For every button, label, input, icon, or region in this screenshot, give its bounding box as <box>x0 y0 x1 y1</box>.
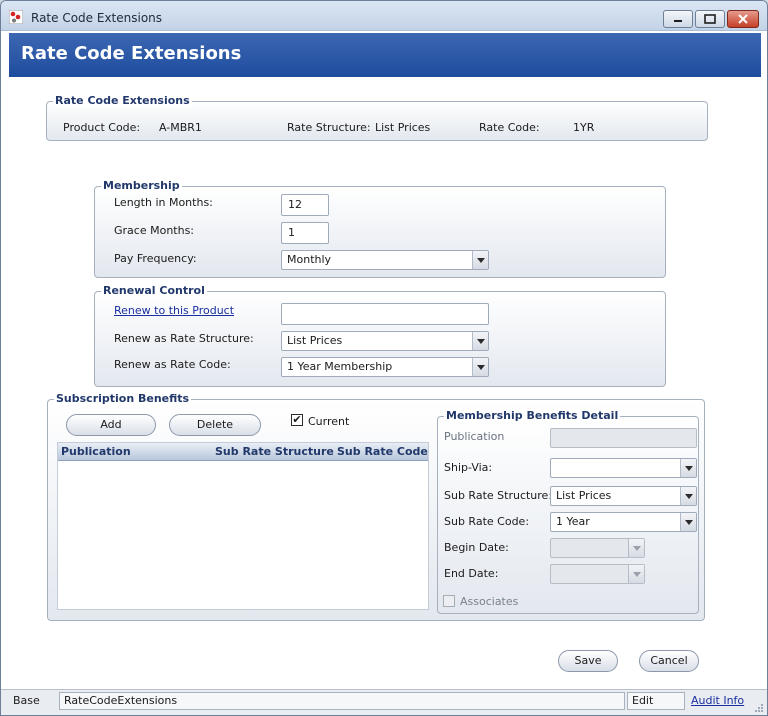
begin-date-label: Begin Date: <box>444 541 509 554</box>
page-title: Rate Code Extensions <box>21 43 242 64</box>
pay-frequency-value: Monthly <box>287 253 332 266</box>
end-date-picker[interactable] <box>550 564 645 584</box>
maximize-icon <box>704 14 716 24</box>
renew-rate-code-label: Renew as Rate Code: <box>114 358 231 371</box>
renewal-control-group-title: Renewal Control <box>101 284 207 297</box>
subscription-benefits-grid[interactable]: Publication Sub Rate Structure Sub Rate … <box>57 442 429 610</box>
publication-input[interactable] <box>550 428 697 448</box>
subscription-benefits-group-title: Subscription Benefits <box>54 392 192 405</box>
cancel-button[interactable]: Cancel <box>639 650 699 672</box>
close-button[interactable] <box>727 10 759 28</box>
header-band: Rate Code Extensions <box>9 33 761 77</box>
column-publication[interactable]: Publication <box>61 445 131 458</box>
grace-months-input[interactable]: 1 <box>281 222 329 244</box>
renew-rate-code-select[interactable]: 1 Year Membership <box>281 357 489 377</box>
chevron-down-icon[interactable] <box>628 565 644 583</box>
product-code-label: Product Code: <box>63 121 141 134</box>
membership-group: Membership Length in Months: 12 Grace Mo… <box>94 179 666 278</box>
minimize-button[interactable] <box>663 10 693 28</box>
rate-code-extensions-group: Rate Code Extensions Product Code: A-MBR… <box>46 94 708 141</box>
renew-rate-code-value: 1 Year Membership <box>287 360 393 373</box>
length-in-months-input[interactable]: 12 <box>281 194 329 216</box>
sub-rate-structure-label: Sub Rate Structure: <box>444 489 553 502</box>
window-title: Rate Code Extensions <box>31 11 163 25</box>
sub-rate-code-label: Sub Rate Code: <box>444 515 530 528</box>
column-sub-rate-structure[interactable]: Sub Rate Structure <box>215 445 334 458</box>
sub-rate-structure-select[interactable]: List Prices <box>550 486 697 506</box>
membership-group-title: Membership <box>101 179 182 192</box>
sub-rate-structure-value: List Prices <box>556 489 612 502</box>
pay-frequency-select[interactable]: Monthly <box>281 250 489 270</box>
renewal-control-group: Renewal Control Renew to this Product Re… <box>94 284 666 387</box>
chevron-down-icon[interactable] <box>628 539 644 557</box>
grid-header: Publication Sub Rate Structure Sub Rate … <box>58 443 428 461</box>
status-bar: Base RateCodeExtensions Edit Audit Info <box>1 689 767 715</box>
close-icon <box>738 14 748 24</box>
status-form-name: RateCodeExtensions <box>59 692 625 710</box>
rate-structure-label: Rate Structure: <box>287 121 371 134</box>
associates-checkbox[interactable] <box>443 595 455 607</box>
add-button[interactable]: Add <box>66 414 156 436</box>
publication-label: Publication <box>444 430 505 443</box>
delete-button[interactable]: Delete <box>169 414 261 436</box>
status-mode: Edit <box>627 692 685 710</box>
membership-benefits-detail-group: Membership Benefits Detail Publication S… <box>437 409 699 614</box>
renew-to-product-input[interactable] <box>281 303 489 325</box>
status-base-label: Base <box>13 694 40 707</box>
chevron-down-icon[interactable] <box>472 251 488 269</box>
pay-frequency-label: Pay Frequency: <box>114 252 197 265</box>
benefits-detail-group-title: Membership Benefits Detail <box>444 409 621 422</box>
chevron-down-icon[interactable] <box>680 487 696 505</box>
title-bar: Rate Code Extensions <box>1 1 767 31</box>
rate-code-value: 1YR <box>573 121 595 134</box>
rate-code-group-title: Rate Code Extensions <box>53 94 192 107</box>
chevron-down-icon[interactable] <box>472 332 488 350</box>
renew-rate-structure-value: List Prices <box>287 334 343 347</box>
ship-via-label: Ship-Via: <box>444 461 493 474</box>
sub-rate-code-select[interactable]: 1 Year <box>550 512 697 532</box>
chevron-down-icon[interactable] <box>680 513 696 531</box>
save-button[interactable]: Save <box>558 650 618 672</box>
column-sub-rate-code[interactable]: Sub Rate Code <box>337 445 428 458</box>
minimize-icon <box>674 20 682 22</box>
begin-date-picker[interactable] <box>550 538 645 558</box>
resize-grip-icon[interactable] <box>753 702 765 714</box>
chevron-down-icon[interactable] <box>680 459 696 477</box>
maximize-button[interactable] <box>695 10 725 28</box>
sub-rate-code-value: 1 Year <box>556 515 590 528</box>
ship-via-select[interactable] <box>550 458 697 478</box>
renew-to-product-link[interactable]: Renew to this Product <box>114 304 234 317</box>
product-code-value: A-MBR1 <box>159 121 202 134</box>
associates-label: Associates <box>460 595 519 608</box>
renew-rate-structure-label: Renew as Rate Structure: <box>114 332 254 345</box>
end-date-label: End Date: <box>444 567 499 580</box>
chevron-down-icon[interactable] <box>472 358 488 376</box>
rate-code-extensions-window: Rate Code Extensions Rate Code Extension… <box>0 0 768 716</box>
renew-rate-structure-select[interactable]: List Prices <box>281 331 489 351</box>
current-checkbox[interactable]: ✔ <box>291 414 303 426</box>
grace-months-label: Grace Months: <box>114 224 195 237</box>
rate-structure-value: List Prices <box>375 121 431 134</box>
app-icon <box>9 10 23 24</box>
length-in-months-label: Length in Months: <box>114 196 213 209</box>
current-label: Current <box>308 415 350 428</box>
rate-code-label: Rate Code: <box>479 121 540 134</box>
audit-info-link[interactable]: Audit Info <box>691 694 744 707</box>
subscription-benefits-group: Subscription Benefits Add Delete ✔ Curre… <box>47 392 705 621</box>
